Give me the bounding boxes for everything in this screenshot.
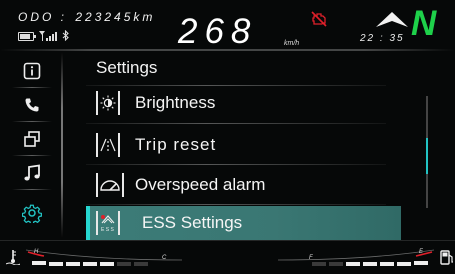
svg-text:E S S: E S S (101, 227, 114, 233)
ess-icon: E S S (96, 211, 120, 235)
speed-unit: km/h (284, 40, 300, 47)
fuel-full-label: F (309, 255, 313, 261)
gear-indicator: N (411, 4, 437, 43)
settings-gear-icon (22, 204, 42, 223)
menu-item-ess-settings[interactable]: E S S ESS Settings (86, 206, 401, 240)
battery-icon (18, 31, 36, 41)
dashboard-screen: ODO : 223245km 268 km/h 22 : 35 N Settin… (0, 0, 455, 274)
menu-separator (86, 123, 386, 124)
fuel-empty-label: E (419, 249, 424, 255)
clock: 22 : 35 (360, 33, 405, 44)
speed-readout: 268 (178, 12, 258, 51)
menu-item-brightness[interactable]: Brightness (86, 86, 401, 120)
menu-item-label: Trip reset (135, 135, 217, 154)
trip-reset-icon (96, 133, 120, 157)
signal-icon (39, 31, 57, 41)
odometer-label: ODO : (18, 10, 68, 24)
temperature-low-label: C (162, 255, 167, 261)
sidebar-item-windows[interactable] (8, 122, 56, 156)
temperature-gauge (25, 249, 183, 266)
bluetooth-icon (62, 29, 70, 43)
page-title: Settings (96, 58, 158, 77)
bottom-divider (0, 240, 455, 241)
sidebar (8, 54, 56, 238)
status-icons (18, 29, 70, 43)
music-icon (24, 164, 40, 181)
engine-warning-icon (311, 11, 327, 27)
menu-item-overspeed-alarm[interactable]: Overspeed alarm (86, 168, 401, 202)
temperature-high-label: H (34, 249, 39, 255)
fuel-gauge (277, 249, 435, 266)
speedometer-icon (96, 173, 124, 197)
brightness-icon (96, 91, 120, 115)
menu-item-label: ESS Settings (142, 213, 243, 232)
menu-separator (86, 164, 386, 165)
menu-separator (86, 204, 386, 205)
coolant-temperature-icon (6, 250, 20, 265)
sidebar-item-music[interactable] (8, 156, 56, 190)
menu-item-trip-reset[interactable]: Trip reset (86, 128, 401, 162)
odometer-value: 223245km (75, 10, 156, 24)
sidebar-divider (61, 52, 63, 238)
info-icon (23, 62, 41, 80)
menu-item-label: Overspeed alarm (135, 175, 266, 194)
navigation-arrow-icon (376, 12, 408, 27)
odometer: ODO : 223245km (18, 10, 155, 24)
menu-item-label: Brightness (135, 93, 216, 112)
sidebar-separator (12, 189, 52, 190)
top-divider (0, 49, 455, 51)
sidebar-item-info[interactable] (8, 54, 56, 88)
fuel-pump-icon (440, 250, 453, 265)
scrollbar[interactable] (426, 96, 428, 208)
scrollbar-thumb[interactable] (426, 138, 428, 174)
windows-icon (24, 131, 40, 147)
phone-icon (25, 98, 39, 112)
sidebar-item-settings[interactable] (8, 196, 56, 230)
sidebar-item-phone[interactable] (8, 88, 56, 122)
